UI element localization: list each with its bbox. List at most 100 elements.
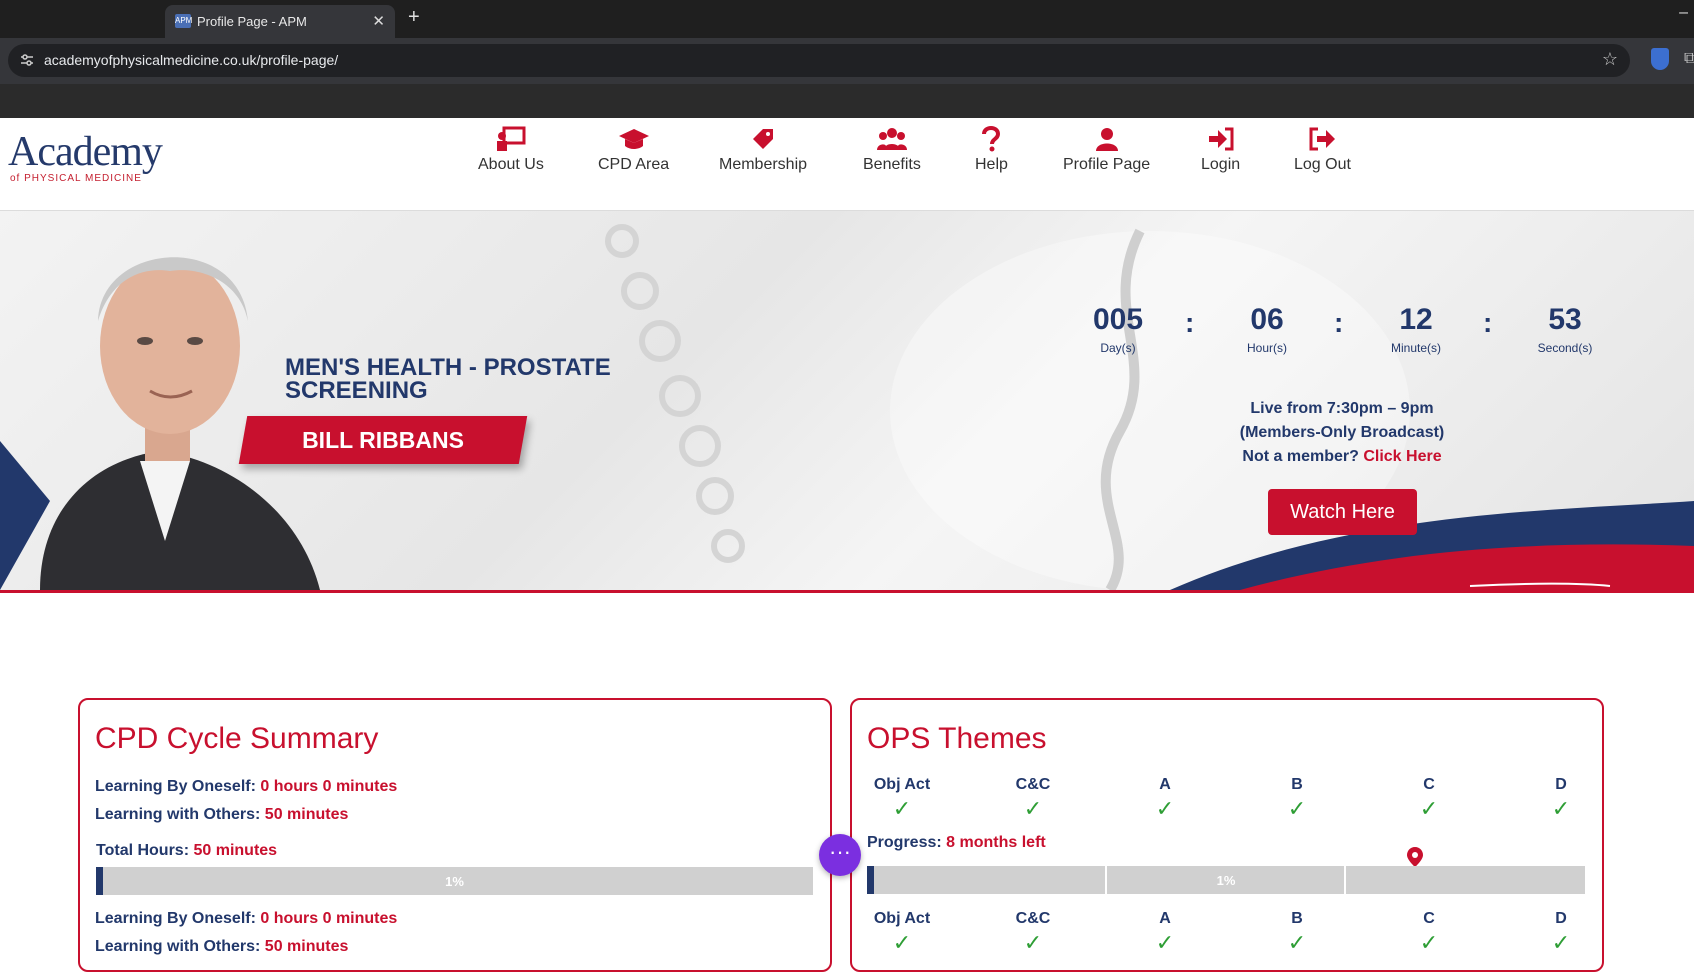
address-bar[interactable]: academyofphysicalmedicine.co.uk/profile-…	[8, 44, 1630, 77]
check-icon: ✓	[1023, 796, 1043, 821]
ops-progress-row: Progress: 8 months left	[867, 834, 1046, 852]
countdown-hours: 06 Hour(s)	[1222, 303, 1312, 355]
headline-line-2: SCREENING	[285, 377, 428, 404]
row-label: Learning By Oneself:	[95, 778, 256, 795]
bookmarks-bar	[0, 84, 1694, 118]
cpd-progress-bar: 1%	[96, 867, 813, 895]
nav-label: CPD Area	[598, 156, 670, 173]
countdown-separator: :	[1185, 307, 1195, 338]
countdown-unit: Hour(s)	[1246, 341, 1287, 355]
check-icon: ✓	[1419, 796, 1439, 821]
map-marker-icon	[1407, 847, 1423, 867]
nav-label: Login	[1201, 156, 1241, 173]
nav-about-us[interactable]: About Us	[478, 126, 544, 174]
nav-label: About Us	[478, 156, 544, 173]
countdown-minutes: 12 Minute(s)	[1371, 303, 1461, 355]
ops-header-b: B	[1291, 776, 1303, 793]
academy-logo[interactable]: Academy of PHYSICAL MEDICINE	[8, 128, 168, 188]
broadcast-note: (Members-Only Broadcast)	[1239, 424, 1445, 441]
extension-shield-icon[interactable]	[1651, 48, 1669, 70]
not-member-text: Not a member?	[1242, 448, 1359, 465]
ops-header-a: A	[1159, 776, 1171, 793]
bookmark-star-icon[interactable]: ☆	[1602, 49, 1618, 70]
ops-header-a: A	[1159, 910, 1171, 927]
address-bar-area: academyofphysicalmedicine.co.uk/profile-…	[0, 38, 1694, 84]
total-hours-row: Total Hours: 50 minutes	[96, 842, 277, 860]
ops-header-cc: C&C	[1015, 776, 1051, 793]
speaker-photo	[40, 257, 320, 590]
user-icon	[1095, 128, 1118, 151]
extensions-icon[interactable]: ⧉	[1684, 50, 1694, 68]
nav-log-out[interactable]: Log Out	[1294, 126, 1351, 174]
check-icon: ✓	[1551, 796, 1571, 821]
check-icon: ✓	[1155, 796, 1175, 821]
row-value: 0 hours 0 minutes	[260, 910, 398, 927]
cpd-progress-text: 1%	[445, 874, 464, 889]
minimize-icon[interactable]: –	[1679, 4, 1688, 22]
ops-header-b: B	[1291, 910, 1303, 927]
check-icon: ✓	[892, 930, 912, 955]
speaker-name: BILL RIBBANS	[302, 427, 464, 453]
nav-membership[interactable]: Membership	[719, 126, 807, 174]
chat-widget-button[interactable]: ···	[819, 834, 861, 876]
ops-header-c: C	[1423, 910, 1435, 927]
sign-in-icon	[1208, 127, 1234, 151]
countdown-value: 06	[1250, 303, 1284, 336]
ops-progress-text: 1%	[1216, 873, 1236, 888]
row-label: Learning By Oneself:	[95, 910, 256, 927]
check-icon: ✓	[1287, 930, 1307, 955]
cpd-card-title: CPD Cycle Summary	[95, 722, 379, 755]
cpd-summary-card: CPD Cycle Summary Learning By Oneself: 0…	[78, 698, 832, 972]
row-value: 8 months left	[946, 834, 1046, 851]
speaker-name-bar: BILL RIBBANS	[238, 416, 528, 464]
learning-others-row-2: Learning with Others: 50 minutes	[95, 938, 348, 956]
countdown-unit: Second(s)	[1537, 341, 1593, 355]
click-here-link[interactable]: Click Here	[1363, 448, 1441, 465]
question-icon	[982, 126, 1001, 152]
browser-tab[interactable]: APM Profile Page - APM ✕	[165, 5, 395, 38]
ops-header-d: D	[1555, 776, 1567, 793]
row-value: 50 minutes	[264, 806, 349, 823]
site-header: Academy of PHYSICAL MEDICINE About Us CP…	[0, 118, 1694, 211]
ops-progress-bar: 1%	[867, 866, 1585, 894]
live-time: Live from 7:30pm – 9pm	[1250, 400, 1434, 417]
nav-benefits[interactable]: Benefits	[863, 126, 921, 174]
site-settings-icon[interactable]	[18, 51, 36, 69]
check-icon: ✓	[1419, 930, 1439, 955]
check-icon: ✓	[1155, 930, 1175, 955]
row-value: 50 minutes	[193, 842, 278, 859]
ops-header-cc: C&C	[1015, 910, 1051, 927]
row-label: Learning with Others:	[95, 938, 261, 955]
watch-here-button[interactable]: Watch Here	[1268, 489, 1417, 535]
headline-line-1: MEN'S HEALTH - PROSTATE	[285, 354, 611, 381]
countdown-value: 53	[1548, 303, 1582, 336]
learning-others-row: Learning with Others: 50 minutes	[95, 806, 348, 824]
countdown-days: 005 Day(s)	[1073, 303, 1163, 355]
row-label: Learning with Others:	[95, 806, 261, 823]
nav-label: Benefits	[863, 156, 921, 173]
nav-label: Log Out	[1294, 156, 1351, 173]
close-tab-icon[interactable]: ✕	[372, 12, 385, 30]
countdown-unit: Minute(s)	[1390, 341, 1441, 355]
nav-cpd-area[interactable]: CPD Area	[598, 126, 669, 174]
countdown-unit: Day(s)	[1100, 341, 1136, 355]
tab-title: Profile Page - APM	[197, 14, 307, 29]
ops-header-obj-act: Obj Act	[873, 776, 931, 793]
nav-help[interactable]: Help	[975, 126, 1008, 174]
nav-login[interactable]: Login	[1201, 126, 1240, 174]
sign-out-icon	[1309, 127, 1336, 151]
tag-icon	[753, 129, 774, 149]
new-tab-icon[interactable]: +	[408, 6, 420, 29]
logo-subtitle: of PHYSICAL MEDICINE	[10, 173, 142, 184]
ops-header-obj-act: Obj Act	[873, 910, 931, 927]
learning-oneself-row-2: Learning By Oneself: 0 hours 0 minutes	[95, 910, 397, 928]
favicon-icon: APM	[175, 14, 192, 28]
row-value: 50 minutes	[264, 938, 349, 955]
nav-profile-page[interactable]: Profile Page	[1063, 126, 1150, 174]
url-text[interactable]: academyofphysicalmedicine.co.uk/profile-…	[44, 52, 338, 68]
nav-label: Membership	[719, 156, 808, 173]
users-icon	[876, 128, 907, 150]
learning-oneself-row: Learning By Oneself: 0 hours 0 minutes	[95, 778, 397, 796]
countdown-seconds: 53 Second(s)	[1520, 303, 1610, 355]
ops-header-d: D	[1555, 910, 1567, 927]
